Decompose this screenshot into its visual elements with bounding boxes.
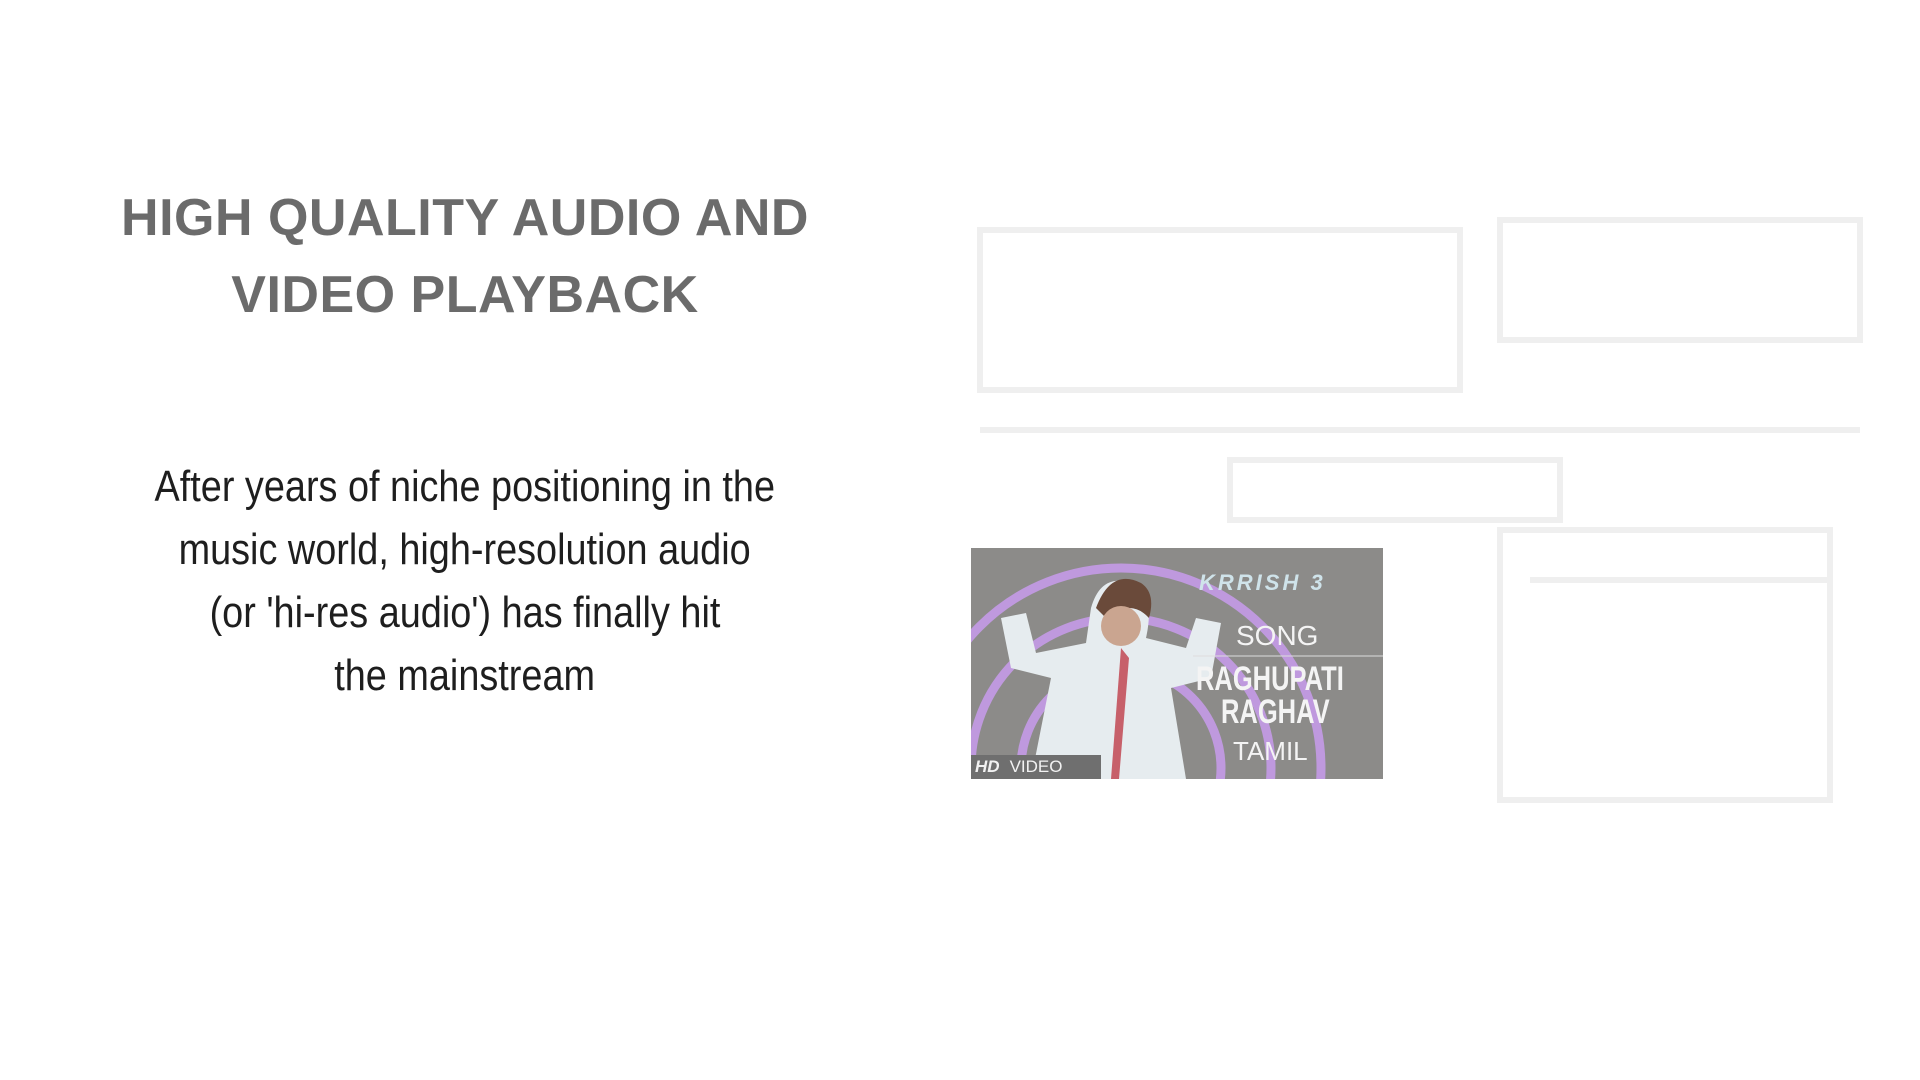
slide-body: After years of niche positioning in the …	[60, 455, 870, 707]
body-line: music world, high-resolution audio	[178, 525, 752, 574]
song-language: TAMIL	[1233, 736, 1308, 766]
body-line: the mainstream	[334, 651, 596, 700]
slide-heading: HIGH QUALITY AUDIO AND VIDEO PLAYBACK	[60, 180, 870, 334]
hd-video-badge: HD VIDEO	[971, 755, 1101, 779]
heading-line-1: HIGH QUALITY AUDIO AND	[121, 189, 809, 247]
video-label: VIDEO	[1009, 757, 1063, 776]
body-line: After years of niche positioning in the	[154, 462, 776, 511]
thumbnail-label: SONG	[1236, 620, 1319, 651]
song-title-line-2: RAGHAV	[1221, 693, 1330, 731]
movie-logo: KRRISH 3	[1199, 570, 1326, 595]
video-thumbnail[interactable]: KRRISH 3 SONG RAGHUPATI RAGHAV TAMIL HD V…	[971, 548, 1383, 779]
hd-label: HD	[975, 757, 1000, 776]
body-line: (or 'hi-res audio') has finally hit	[209, 588, 721, 637]
heading-line-2: VIDEO PLAYBACK	[231, 266, 699, 324]
